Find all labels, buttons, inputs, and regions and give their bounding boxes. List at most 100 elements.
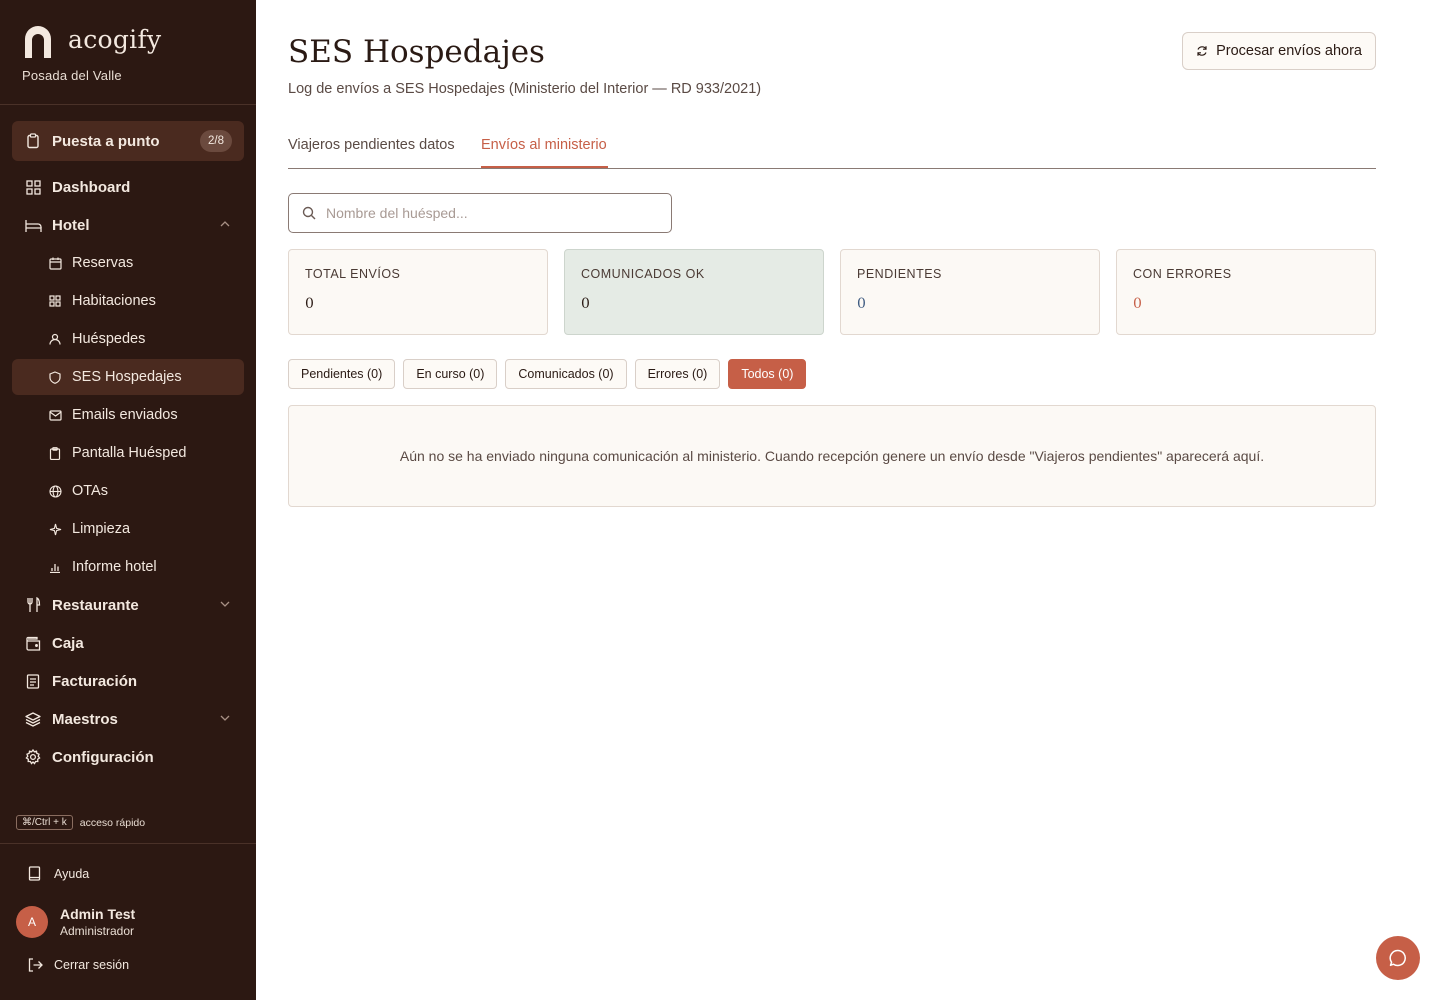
sidebar-item-label: Emails enviados [72, 407, 178, 423]
sparkle-icon [48, 522, 62, 536]
user-profile[interactable]: A Admin Test Administrador [16, 906, 135, 938]
setup-progress-badge: 2/8 [200, 130, 232, 152]
sidebar-item-pantalla-huesped[interactable]: Pantalla Huésped [12, 435, 244, 471]
sidebar-item-hotel[interactable]: Hotel [12, 207, 244, 243]
help-label: Ayuda [54, 866, 90, 881]
sidebar-item-dashboard[interactable]: Dashboard [12, 169, 244, 205]
avatar: A [16, 906, 48, 938]
stat-card-errors: CON ERRORES 0 [1116, 249, 1376, 335]
help-link[interactable]: Ayuda [28, 866, 89, 881]
logout-label: Cerrar sesión [54, 958, 130, 972]
sidebar-item-label: Hotel [52, 216, 90, 234]
sidebar-item-limpieza[interactable]: Limpieza [12, 511, 244, 547]
brand-name: acogify [68, 24, 162, 54]
search-input[interactable] [326, 205, 646, 221]
clipboard-icon [24, 132, 42, 150]
stat-value: 0 [1133, 296, 1142, 312]
filter-pendientes[interactable]: Pendientes (0) [288, 359, 396, 389]
sidebar-item-label: Puesta a punto [52, 132, 160, 150]
stat-card-communicated-ok: COMUNICADOS OK 0 [564, 249, 824, 335]
stat-card-total: TOTAL ENVÍOS 0 [288, 249, 548, 335]
sidebar-item-label: Maestros [52, 710, 118, 728]
sidebar-item-huespedes[interactable]: Huéspedes [12, 321, 244, 357]
grid-icon [48, 294, 62, 308]
sidebar-item-label: Informe hotel [72, 559, 157, 575]
filter-en-curso[interactable]: En curso (0) [403, 359, 498, 389]
search-box [288, 193, 672, 233]
bed-icon [24, 216, 42, 234]
status-filters: Pendientes (0) En curso (0) Comunicados … [288, 359, 814, 389]
clipboard-icon [48, 446, 62, 460]
sidebar-item-reservas[interactable]: Reservas [12, 245, 244, 281]
stat-card-pending: PENDIENTES 0 [840, 249, 1100, 335]
sidebar-item-configuracion[interactable]: Configuración [12, 739, 244, 775]
chevron-up-icon [220, 221, 230, 227]
book-icon [28, 866, 41, 881]
sidebar-item-label: Reservas [72, 255, 134, 271]
sidebar-item-label: SES Hospedajes [72, 369, 182, 385]
sidebar-item-label: Pantalla Huésped [72, 445, 187, 461]
filter-comunicados[interactable]: Comunicados (0) [505, 359, 627, 389]
stat-label: CON ERRORES [1133, 267, 1232, 281]
chat-icon [1389, 949, 1406, 967]
chevron-down-icon [220, 601, 230, 607]
user-icon [48, 332, 62, 346]
shortcut-keys: ⌘/Ctrl + k [16, 815, 73, 830]
sidebar-item-maestros[interactable]: Maestros [12, 701, 244, 737]
tab-viajeros-pendientes[interactable]: Viajeros pendientes datos [288, 137, 455, 153]
sidebar-divider [0, 104, 256, 105]
page-subtitle: Log de envíos a SES Hospedajes (Minister… [288, 81, 762, 97]
sidebar-item-label: Restaurante [52, 596, 139, 614]
active-tab-indicator [481, 166, 608, 168]
user-name: Admin Test [60, 906, 136, 922]
sidebar-item-label: Caja [52, 634, 84, 652]
sidebar-item-informe-hotel[interactable]: Informe hotel [12, 549, 244, 585]
empty-state: Aún no se ha enviado ninguna comunicació… [288, 405, 1376, 507]
sidebar-item-label: Configuración [52, 748, 154, 766]
shortcut-label: acceso rápido [79, 816, 146, 829]
sidebar-item-label: Limpieza [72, 521, 131, 537]
main-content: SES Hospedajes Log de envíos a SES Hospe… [288, 0, 1376, 1000]
stat-label: TOTAL ENVÍOS [305, 267, 401, 281]
grid-icon [24, 178, 42, 196]
tab-envios-ministerio[interactable]: Envíos al ministerio [481, 137, 607, 153]
utensils-icon [24, 596, 42, 614]
sidebar: acogify Posada del Valle Puesta a punto … [0, 0, 256, 1000]
stat-value: 0 [581, 296, 590, 312]
sidebar-item-label: OTAs [72, 483, 108, 499]
search-icon [302, 206, 316, 220]
sidebar-item-label: Facturación [52, 672, 138, 690]
sidebar-item-label: Huéspedes [72, 331, 146, 347]
bar-chart-icon [48, 560, 62, 574]
stat-label: PENDIENTES [857, 267, 942, 281]
empty-state-message: Aún no se ha enviado ninguna comunicació… [399, 448, 1265, 464]
quick-access-hint[interactable]: ⌘/Ctrl + k acceso rápido [16, 815, 145, 830]
sidebar-item-facturacion[interactable]: Facturación [12, 663, 244, 699]
stat-value: 0 [305, 296, 314, 312]
logout-icon [28, 958, 43, 972]
stat-label: COMUNICADOS OK [581, 267, 705, 281]
chevron-down-icon [220, 715, 230, 721]
filter-todos[interactable]: Todos (0) [728, 359, 807, 389]
filter-errores[interactable]: Errores (0) [634, 359, 721, 389]
sidebar-divider [0, 843, 256, 844]
sidebar-item-setup[interactable]: Puesta a punto 2/8 [12, 121, 244, 161]
sidebar-item-otas[interactable]: OTAs [12, 473, 244, 509]
sidebar-item-caja[interactable]: Caja [12, 625, 244, 661]
wallet-icon [24, 634, 42, 652]
globe-icon [48, 484, 62, 498]
property-name: Posada del Valle [22, 68, 122, 83]
logout-button[interactable]: Cerrar sesión [28, 958, 129, 972]
sidebar-item-restaurante[interactable]: Restaurante [12, 587, 244, 623]
receipt-icon [24, 672, 42, 690]
user-role: Administrador [60, 924, 135, 938]
shield-icon [48, 370, 62, 384]
sidebar-item-ses-hospedajes[interactable]: SES Hospedajes [12, 359, 244, 395]
sidebar-item-label: Dashboard [52, 178, 131, 196]
process-submissions-button[interactable]: Procesar envíos ahora [1182, 32, 1376, 70]
sidebar-item-emails-enviados[interactable]: Emails enviados [12, 397, 244, 433]
mail-icon [48, 408, 62, 422]
sidebar-item-habitaciones[interactable]: Habitaciones [12, 283, 244, 319]
chat-support-button[interactable] [1376, 936, 1420, 980]
brand-logo[interactable]: acogify [22, 22, 161, 62]
